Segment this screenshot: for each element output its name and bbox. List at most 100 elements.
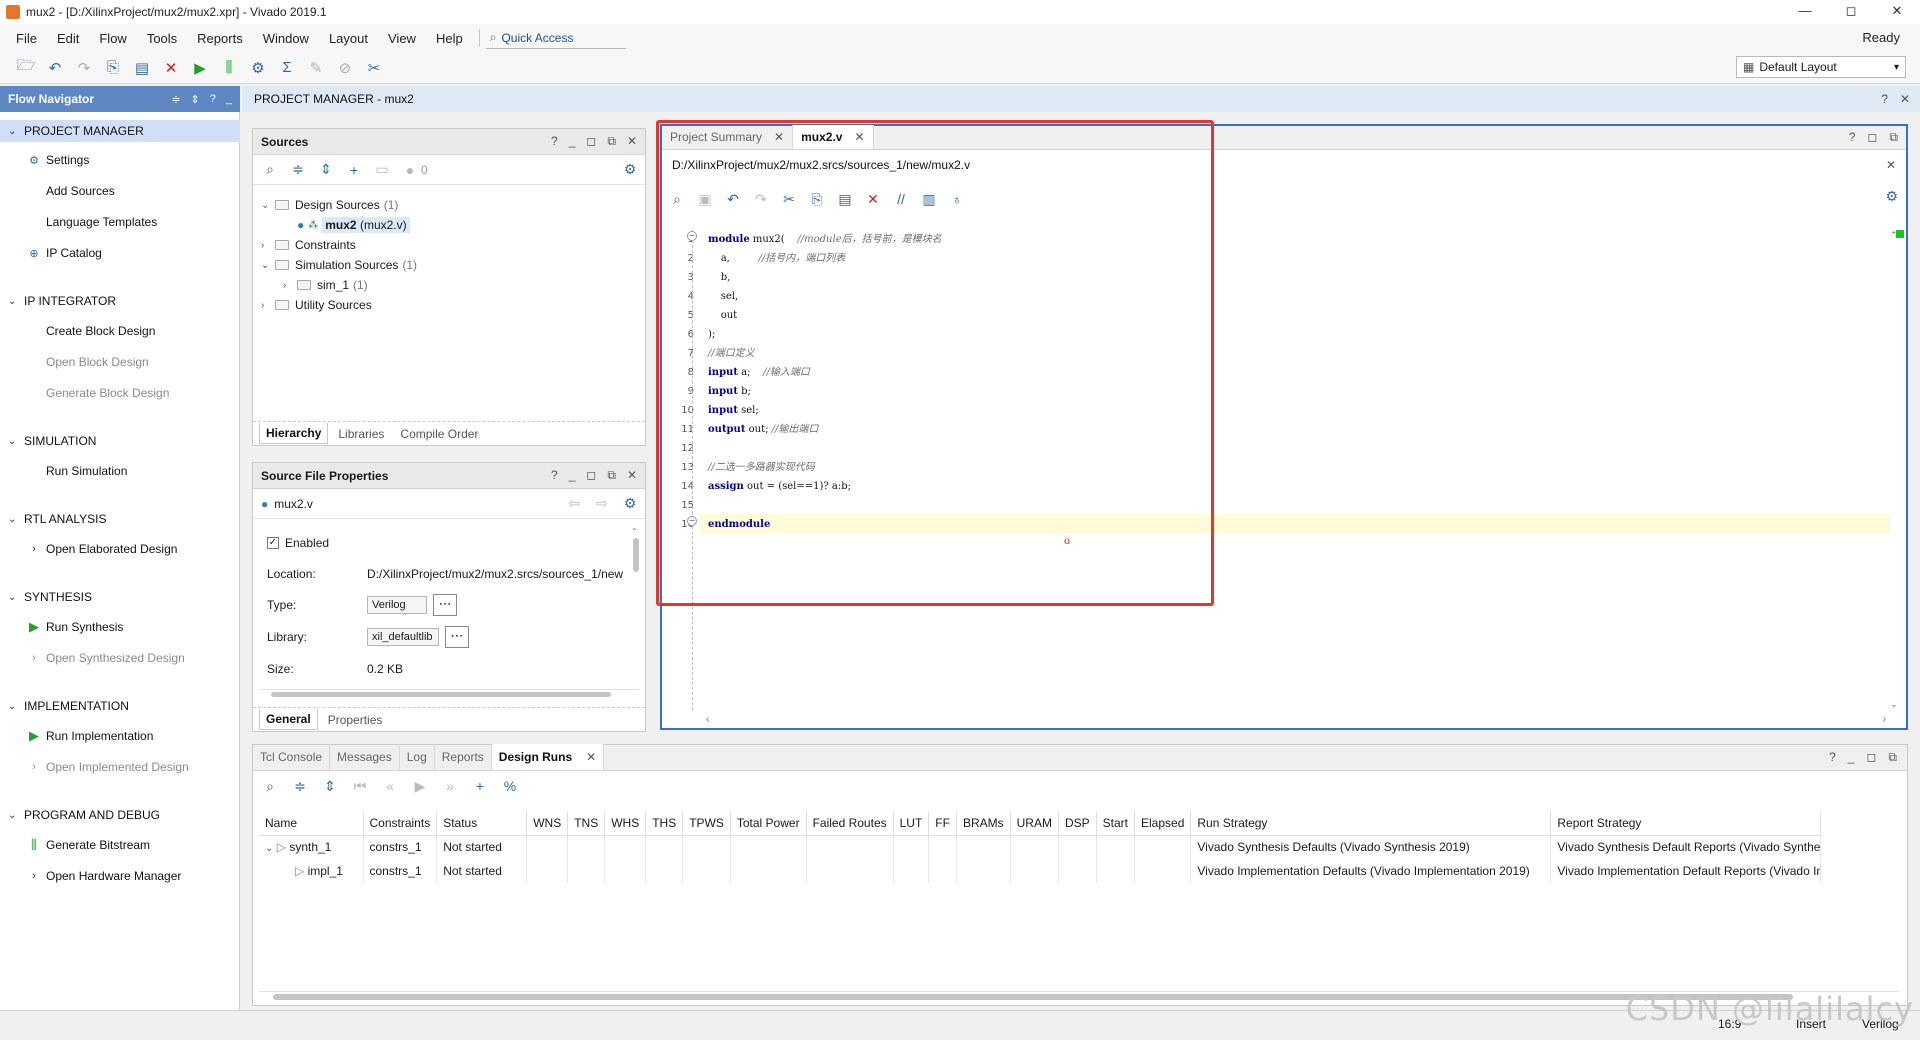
- tree-simulation-sources[interactable]: ⌄ Simulation Sources (1): [261, 255, 417, 275]
- gear-icon[interactable]: ⚙: [621, 161, 639, 178]
- expand-all-icon[interactable]: ⇕: [191, 93, 200, 106]
- add-icon[interactable]: +: [345, 162, 363, 178]
- nav-open-implemented-design[interactable]: › Open Implemented Design: [32, 757, 189, 777]
- help-icon[interactable]: ?: [1829, 750, 1836, 764]
- forward-arrow-icon[interactable]: ⇨: [593, 495, 611, 512]
- nav-settings[interactable]: ⚙ Settings: [29, 150, 89, 170]
- menu-layout[interactable]: Layout: [319, 31, 378, 46]
- close-icon[interactable]: ✕: [627, 468, 637, 483]
- close-icon[interactable]: ✕: [1886, 158, 1896, 172]
- col-start[interactable]: Start: [1096, 811, 1136, 836]
- gear-icon[interactable]: ⚙: [1885, 188, 1898, 205]
- comment-icon[interactable]: //: [892, 191, 910, 207]
- section-simulation[interactable]: ⌄ SIMULATION: [0, 430, 240, 452]
- col-total-power[interactable]: Total Power: [730, 811, 807, 836]
- copy-icon[interactable]: ⎘: [808, 191, 826, 208]
- tree-top-module[interactable]: ● ⁂ mux2 (mux2.v): [297, 215, 410, 235]
- help-icon[interactable]: ?: [210, 93, 216, 106]
- next-icon[interactable]: »: [441, 778, 459, 794]
- col-tns[interactable]: TNS: [567, 811, 606, 836]
- nav-run-simulation[interactable]: Run Simulation: [46, 461, 127, 481]
- menu-reports[interactable]: Reports: [187, 31, 253, 46]
- tab-hierarchy[interactable]: Hierarchy: [259, 423, 329, 444]
- table-row[interactable]: ▷ impl_1 constrs_1 Not started Vivado Im…: [259, 859, 1822, 883]
- tab-general[interactable]: General: [259, 709, 318, 730]
- tab-compile-order[interactable]: Compile Order: [394, 424, 484, 444]
- col-ths[interactable]: THS: [645, 811, 684, 836]
- float-icon[interactable]: ⧉: [1888, 750, 1897, 765]
- col-dsp[interactable]: DSP: [1058, 811, 1097, 836]
- pin-icon[interactable]: ⊘: [333, 56, 357, 80]
- close-icon[interactable]: ✕: [627, 134, 637, 149]
- layout-dropdown[interactable]: ▦ Default Layout ▾: [1736, 56, 1906, 78]
- nav-add-sources[interactable]: Add Sources: [46, 181, 115, 201]
- minimize-panel-icon[interactable]: _: [226, 93, 232, 106]
- help-icon[interactable]: ?: [551, 468, 558, 483]
- col-tpws[interactable]: TPWS: [682, 811, 731, 836]
- fold-collapse-icon[interactable]: −: [687, 516, 697, 526]
- scroll-left-icon[interactable]: ‹: [706, 714, 709, 725]
- delete-icon[interactable]: ✕: [864, 191, 882, 208]
- scroll-right-icon[interactable]: ›: [1883, 714, 1886, 725]
- paste-icon[interactable]: ▤: [130, 56, 154, 80]
- menu-view[interactable]: View: [378, 31, 426, 46]
- nav-ip-catalog[interactable]: ⊕ IP Catalog: [29, 243, 101, 263]
- open-project-icon[interactable]: 🗁: [14, 56, 38, 80]
- tree-design-sources[interactable]: ⌄ Design Sources (1): [261, 195, 398, 215]
- help-icon[interactable]: ?: [551, 134, 558, 149]
- tab-libraries[interactable]: Libraries: [332, 424, 390, 444]
- editor-vscroll[interactable]: ⌃ ⌄: [1890, 230, 1902, 710]
- tab-design-runs[interactable]: Design Runs ✕: [491, 744, 605, 770]
- column-icon[interactable]: ▥: [920, 191, 938, 208]
- col-name[interactable]: Name: [259, 811, 364, 836]
- play-icon[interactable]: ▶: [411, 778, 429, 795]
- help-icon[interactable]: ?: [1881, 92, 1888, 106]
- float-icon[interactable]: ⧉: [607, 134, 616, 149]
- library-browse-button[interactable]: ⋯: [445, 626, 469, 648]
- undo-icon[interactable]: ↶: [43, 56, 67, 80]
- search-icon[interactable]: ⌕: [261, 161, 279, 178]
- enabled-checkbox[interactable]: ✓: [267, 537, 279, 549]
- tab-log[interactable]: Log: [400, 744, 435, 770]
- previous-icon[interactable]: «: [381, 778, 399, 794]
- table-row[interactable]: ⌄ ▷ synth_1 constrs_1 Not started Vivado…: [259, 835, 1822, 859]
- col-whs[interactable]: WHS: [604, 811, 647, 836]
- menu-file[interactable]: File: [6, 31, 47, 46]
- nav-run-implementation[interactable]: ▶ Run Implementation: [29, 726, 153, 746]
- percent-icon[interactable]: %: [501, 778, 519, 794]
- cut-icon[interactable]: ✂: [780, 191, 798, 208]
- tab-messages[interactable]: Messages: [330, 744, 400, 770]
- properties-vscroll[interactable]: ⌃: [631, 527, 641, 677]
- col-wns[interactable]: WNS: [526, 811, 569, 836]
- col-run-strategy[interactable]: Run Strategy: [1190, 811, 1552, 836]
- delete-icon[interactable]: ✕: [159, 56, 183, 80]
- paste-icon[interactable]: ▤: [836, 191, 854, 208]
- minimize-icon[interactable]: _: [569, 134, 576, 149]
- col-ff[interactable]: FF: [928, 811, 957, 836]
- help-icon[interactable]: ?: [1849, 130, 1856, 144]
- collapse-all-icon[interactable]: ≑: [291, 778, 309, 795]
- col-brams[interactable]: BRAMs: [956, 811, 1011, 836]
- section-implementation[interactable]: ⌄ IMPLEMENTATION: [0, 695, 240, 717]
- close-icon[interactable]: ✕: [1900, 92, 1910, 106]
- editor-hscroll[interactable]: ‹ ›: [706, 714, 1886, 726]
- minimize-icon[interactable]: _: [569, 468, 576, 483]
- maximize-icon[interactable]: ◻: [1866, 750, 1876, 764]
- gear-icon[interactable]: ⚙: [621, 495, 639, 512]
- menu-window[interactable]: Window: [253, 31, 319, 46]
- tree-utility-sources[interactable]: › Utility Sources: [261, 295, 372, 315]
- menu-flow[interactable]: Flow: [89, 31, 136, 46]
- scroll-thumb[interactable]: [273, 994, 1793, 1000]
- float-icon[interactable]: ⧉: [1889, 130, 1898, 145]
- section-program-and-debug[interactable]: ⌄ PROGRAM AND DEBUG: [0, 804, 240, 826]
- minimize-button[interactable]: —: [1782, 0, 1828, 24]
- tree-sim-1[interactable]: › sim_1 (1): [283, 275, 368, 295]
- float-icon[interactable]: ⧉: [607, 468, 616, 483]
- scroll-up-icon[interactable]: ⌃: [1890, 230, 1902, 241]
- expand-all-icon[interactable]: ⇕: [317, 161, 335, 178]
- add-icon[interactable]: +: [471, 778, 489, 794]
- close-icon[interactable]: ✕: [586, 750, 596, 764]
- maximize-button[interactable]: ◻: [1828, 0, 1874, 24]
- col-failed-routes[interactable]: Failed Routes: [806, 811, 894, 836]
- properties-hscroll[interactable]: [259, 689, 639, 697]
